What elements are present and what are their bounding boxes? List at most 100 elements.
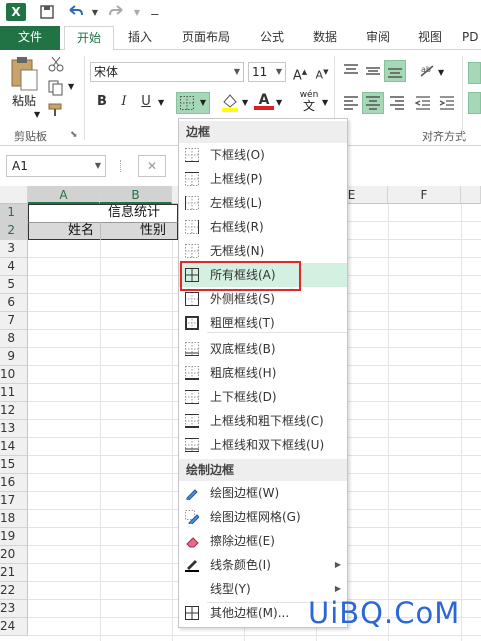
row-header[interactable]: 12 bbox=[0, 402, 28, 420]
format-painter-icon[interactable] bbox=[48, 102, 66, 121]
name-box[interactable]: A1 ▼ bbox=[6, 155, 106, 177]
tab-review[interactable]: 审阅 bbox=[358, 26, 398, 50]
orientation-dropdown-icon[interactable]: ▼ bbox=[438, 68, 444, 77]
row-header[interactable]: 16 bbox=[0, 474, 28, 492]
align-middle-icon[interactable] bbox=[364, 62, 382, 83]
paste-button-label[interactable]: 粘贴 bbox=[12, 92, 36, 109]
copy-dropdown-icon[interactable]: ▼ bbox=[68, 82, 74, 91]
menu-item-double-bottom-border[interactable]: 双底框线(B) bbox=[179, 337, 347, 361]
tab-insert[interactable]: 插入 bbox=[120, 26, 160, 50]
phonetic-dropdown-icon[interactable]: ▼ bbox=[322, 98, 328, 107]
menu-item-top-bottom-border[interactable]: 上下框线(D) bbox=[179, 385, 347, 409]
row-header[interactable]: 11 bbox=[0, 384, 28, 402]
row-header[interactable]: 23 bbox=[0, 600, 28, 618]
chevron-down-icon: ▼ bbox=[94, 161, 101, 170]
row-header[interactable]: 3 bbox=[0, 240, 28, 258]
decrease-indent-icon[interactable] bbox=[414, 94, 432, 115]
paste-icon[interactable] bbox=[8, 56, 42, 94]
redo-dropdown-icon[interactable]: ▼ bbox=[128, 4, 146, 22]
tab-page-layout[interactable]: 页面布局 bbox=[176, 26, 236, 50]
font-color-dropdown-icon[interactable]: ▼ bbox=[276, 98, 282, 107]
tab-formulas[interactable]: 公式 bbox=[252, 26, 292, 50]
row-header[interactable]: 2 bbox=[0, 222, 28, 240]
border-grid-icon bbox=[180, 96, 194, 110]
row-header[interactable]: 5 bbox=[0, 276, 28, 294]
copy-icon[interactable] bbox=[48, 80, 64, 99]
row-header[interactable]: 14 bbox=[0, 438, 28, 456]
row-header[interactable]: 20 bbox=[0, 546, 28, 564]
wrap-text-icon[interactable] bbox=[468, 62, 481, 84]
tab-file[interactable]: 文件 bbox=[0, 26, 60, 50]
row-header[interactable]: 13 bbox=[0, 420, 28, 438]
fill-color-icon[interactable] bbox=[220, 92, 240, 115]
bold-button[interactable]: B bbox=[92, 92, 112, 112]
tab-pdf[interactable]: PD bbox=[462, 26, 481, 50]
row-header[interactable]: 1 bbox=[0, 204, 28, 222]
tab-data[interactable]: 数据 bbox=[305, 26, 345, 50]
align-bottom-icon[interactable] bbox=[384, 60, 406, 82]
redo-icon[interactable] bbox=[108, 4, 126, 22]
borders-button[interactable]: ▼ bbox=[176, 92, 210, 114]
column-header-g[interactable] bbox=[461, 186, 481, 204]
row-header[interactable]: 18 bbox=[0, 510, 28, 528]
row-header[interactable]: 6 bbox=[0, 294, 28, 312]
menu-item-top-border[interactable]: 上框线(P) bbox=[179, 167, 347, 191]
font-color-icon[interactable]: A bbox=[254, 92, 274, 110]
row-header[interactable]: 4 bbox=[0, 258, 28, 276]
more-borders-icon bbox=[185, 606, 199, 620]
tab-view[interactable]: 视图 bbox=[410, 26, 450, 50]
menu-item-left-border[interactable]: 左框线(L) bbox=[179, 191, 347, 215]
row-header[interactable]: 10 bbox=[0, 366, 28, 384]
align-left-icon[interactable] bbox=[342, 94, 360, 115]
tab-home[interactable]: 开始 bbox=[64, 26, 114, 51]
menu-item-top-double-bottom-border[interactable]: 上框线和双下框线(U) bbox=[179, 433, 347, 457]
underline-button[interactable]: U bbox=[136, 92, 156, 112]
menu-item-draw-border[interactable]: 绘图边框(W) bbox=[179, 481, 347, 505]
decrease-font-button[interactable]: A▼ bbox=[312, 62, 332, 82]
orientation-icon[interactable]: ab bbox=[418, 62, 438, 83]
underline-dropdown-icon[interactable]: ▼ bbox=[158, 98, 164, 107]
undo-dropdown-icon[interactable]: ▼ bbox=[86, 4, 104, 22]
menu-item-no-border[interactable]: 无框线(N) bbox=[179, 239, 347, 263]
row-header[interactable]: 15 bbox=[0, 456, 28, 474]
font-name-combo[interactable]: 宋体 ▼ bbox=[90, 62, 244, 82]
menu-item-erase-border[interactable]: 擦除边框(E) bbox=[179, 529, 347, 553]
row-header[interactable]: 22 bbox=[0, 582, 28, 600]
select-all-corner[interactable] bbox=[0, 186, 28, 204]
row-header[interactable]: 8 bbox=[0, 330, 28, 348]
align-right-icon[interactable] bbox=[388, 94, 406, 115]
undo-icon[interactable] bbox=[66, 4, 84, 22]
merge-center-icon[interactable] bbox=[468, 92, 481, 114]
font-size-combo[interactable]: 11 ▼ bbox=[248, 62, 286, 82]
align-center-icon[interactable] bbox=[362, 92, 384, 114]
row-header[interactable]: 7 bbox=[0, 312, 28, 330]
menu-item-label: 绘图边框(W) bbox=[210, 486, 280, 500]
menu-item-right-border[interactable]: 右框线(R) bbox=[179, 215, 347, 239]
italic-button[interactable]: I bbox=[114, 92, 134, 112]
menu-item-draw-border-grid[interactable]: 绘图边框网格(G) bbox=[179, 505, 347, 529]
cut-icon[interactable] bbox=[48, 56, 64, 75]
menu-item-label: 擦除边框(E) bbox=[210, 534, 275, 548]
clipboard-launcher-icon[interactable]: ⬊ bbox=[70, 130, 78, 140]
row-header[interactable]: 19 bbox=[0, 528, 28, 546]
row-header[interactable]: 17 bbox=[0, 492, 28, 510]
column-header-f[interactable]: F bbox=[388, 186, 461, 204]
column-header-a[interactable]: A bbox=[28, 186, 100, 204]
row-header[interactable]: 24 bbox=[0, 618, 28, 636]
column-header-b[interactable]: B bbox=[100, 186, 172, 204]
menu-item-top-thick-bottom-border[interactable]: 上框线和粗下框线(C) bbox=[179, 409, 347, 433]
increase-font-button[interactable]: A▲ bbox=[290, 62, 310, 83]
phonetic-guide-button[interactable]: wén 文 bbox=[298, 90, 320, 112]
row-header[interactable]: 9 bbox=[0, 348, 28, 366]
menu-item-thick-bottom-border[interactable]: 粗底框线(H) bbox=[179, 361, 347, 385]
cancel-entry-button[interactable]: ✕ bbox=[138, 155, 166, 177]
menu-item-line-color[interactable]: 线条颜色(I) ▶ bbox=[179, 553, 347, 577]
save-icon[interactable] bbox=[38, 4, 56, 22]
paste-dropdown-icon[interactable]: ▼ bbox=[34, 110, 40, 119]
row-header[interactable]: 21 bbox=[0, 564, 28, 582]
customize-qat-icon[interactable]: ⚊ bbox=[146, 4, 164, 22]
menu-item-bottom-border[interactable]: 下框线(O) bbox=[179, 143, 347, 167]
fill-color-dropdown-icon[interactable]: ▼ bbox=[242, 98, 248, 107]
align-top-icon[interactable] bbox=[342, 62, 360, 83]
increase-indent-icon[interactable] bbox=[438, 94, 456, 115]
